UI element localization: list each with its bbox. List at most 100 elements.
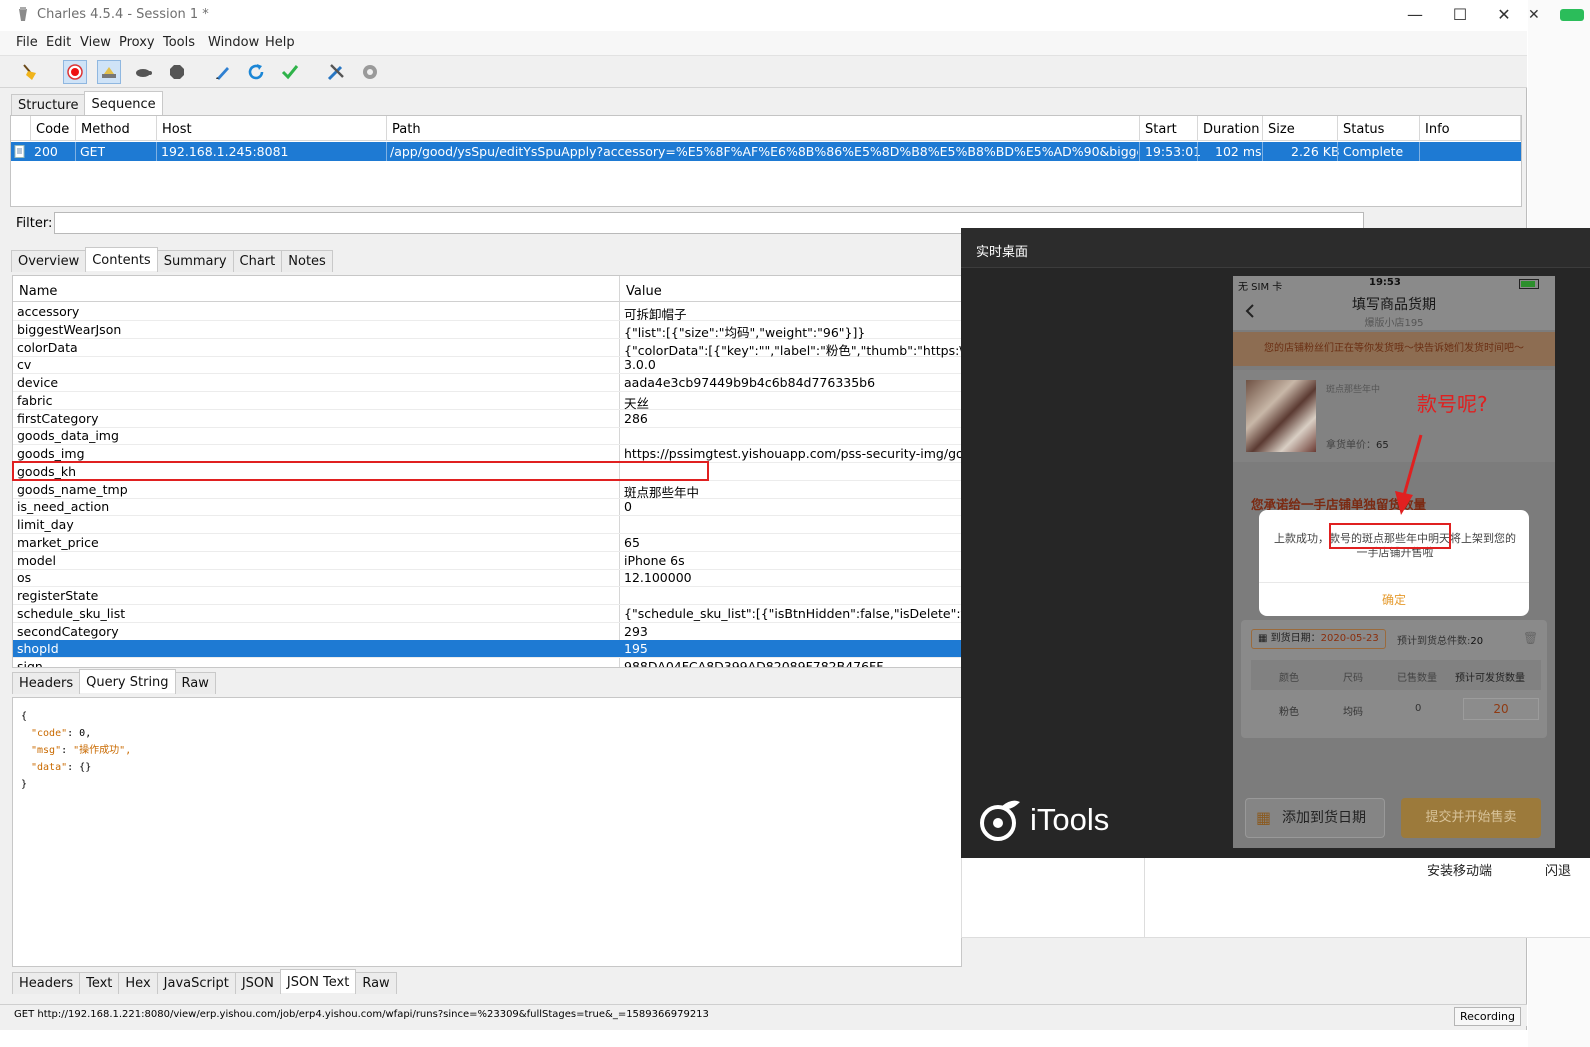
maximize-button[interactable]: ☐: [1440, 4, 1480, 28]
tab-sequence[interactable]: Sequence: [84, 91, 163, 115]
param-name: goods_data_img: [17, 428, 119, 444]
param-value: {"schedule_sku_list":[{"isBtnHidden":fal…: [624, 605, 962, 621]
check-icon[interactable]: [278, 60, 302, 84]
table-row[interactable]: market_price 65: [13, 534, 961, 552]
menu-proxy[interactable]: Proxy: [119, 35, 155, 50]
column-header-code[interactable]: Code: [31, 116, 76, 141]
menu-edit[interactable]: Edit: [46, 35, 71, 50]
table-row[interactable]: fabric 天丝: [13, 392, 961, 411]
param-value: 3.0.0: [624, 357, 656, 373]
param-name: model: [17, 552, 56, 568]
tab-summary[interactable]: Summary: [156, 250, 234, 272]
column-header-method[interactable]: Method: [76, 116, 157, 141]
tab-overview[interactable]: Overview: [11, 250, 87, 272]
tab-resp-headers[interactable]: Headers: [12, 972, 81, 994]
menu-tools[interactable]: Tools: [163, 35, 195, 50]
menu-window[interactable]: Window: [208, 35, 259, 50]
tab-resp-javascript[interactable]: JavaScript: [156, 972, 236, 994]
param-name: registerState: [17, 588, 99, 603]
submit-sell-button[interactable]: 提交并开始售卖: [1401, 798, 1541, 838]
param-name: sign: [17, 659, 43, 668]
tab-query-string[interactable]: Query String: [79, 669, 176, 693]
minimize-button[interactable]: —: [1395, 4, 1435, 28]
param-name: cv: [17, 357, 32, 373]
itools-logo-text: iTools: [1030, 802, 1110, 837]
install-mobile-link[interactable]: 安装移动端: [1427, 860, 1492, 879]
table-row[interactable]: os 12.100000: [13, 569, 961, 588]
tab-raw[interactable]: Raw: [174, 672, 216, 694]
tab-contents[interactable]: Contents: [85, 247, 158, 271]
table-row[interactable]: 200 GET 192.168.1.245:8081 /app/good/ysS…: [11, 142, 1521, 161]
record-icon[interactable]: [63, 60, 87, 84]
stop-icon[interactable]: [165, 60, 189, 84]
tab-chart[interactable]: Chart: [232, 250, 283, 272]
turtle-icon[interactable]: [131, 60, 155, 84]
table-row[interactable]: biggestWearJson {"list":[{"size":"均码","we…: [13, 321, 961, 340]
table-row[interactable]: is_need_action 0: [13, 498, 961, 517]
param-name: firstCategory: [17, 410, 99, 426]
carrier-text: 无 SIM 卡: [1238, 282, 1283, 293]
sequence-table: Code Method Host Path Start Duration Siz…: [10, 115, 1522, 207]
annotation-goods-kh-box: [12, 461, 709, 481]
estimate-total: 预计到货总件数:20: [1397, 636, 1484, 647]
table-row[interactable]: device aada4e3cb97449b9b4c6b84d776335b6: [13, 374, 961, 392]
tab-headers[interactable]: Headers: [12, 672, 81, 694]
menu-file[interactable]: File: [16, 35, 38, 50]
column-header-duration[interactable]: Duration: [1198, 116, 1263, 141]
column-header-size[interactable]: Size: [1263, 116, 1338, 141]
table-row[interactable]: limit_day: [13, 516, 961, 534]
pen-icon[interactable]: [210, 60, 234, 84]
column-header-info[interactable]: Info: [1420, 116, 1521, 141]
phone-time: 19:53: [1369, 277, 1401, 288]
add-arrival-date-button[interactable]: ▦ 添加到货日期: [1245, 798, 1385, 838]
close-icon: ✕: [1528, 7, 1540, 23]
column-header-start[interactable]: Start: [1140, 116, 1198, 141]
column-header-path[interactable]: Path: [387, 116, 1140, 141]
tab-resp-hex[interactable]: Hex: [118, 972, 158, 994]
crash-link[interactable]: 闪退: [1545, 860, 1571, 879]
refresh-icon[interactable]: [244, 60, 268, 84]
close-button[interactable]: ✕: [1484, 4, 1524, 28]
phone-nav-bar: 填写商品货期 爆版小店195: [1233, 292, 1555, 330]
column-header-status[interactable]: Status: [1338, 116, 1420, 141]
table-row[interactable]: firstCategory 286: [13, 410, 961, 428]
settings-gear-icon[interactable]: [358, 60, 382, 84]
table-row[interactable]: shopId 195: [13, 640, 961, 659]
table-row[interactable]: secondCategory 293: [13, 623, 961, 641]
broom-icon[interactable]: [18, 60, 42, 84]
row-size: 2.26 KB: [1291, 144, 1340, 159]
menu-view[interactable]: View: [80, 35, 111, 50]
quantity-input[interactable]: 20: [1463, 698, 1539, 720]
tab-resp-raw[interactable]: Raw: [355, 972, 397, 994]
table-row[interactable]: goods_data_img: [13, 427, 961, 446]
row-duration: 102 ms: [1215, 144, 1262, 159]
table-row[interactable]: schedule_sku_list {"schedule_sku_list":[{…: [13, 605, 962, 623]
table-row[interactable]: sign 988DA04FCA8D399AD82089F782B476FF: [13, 658, 961, 668]
column-header-host[interactable]: Host: [157, 116, 387, 141]
menu-help[interactable]: Help: [265, 35, 295, 50]
tab-resp-json-text[interactable]: JSON Text: [279, 969, 357, 993]
table-row[interactable]: goods_name_tmp 斑点那些年中: [13, 481, 961, 500]
column-header-value[interactable]: Value: [620, 276, 961, 302]
itools-logo-icon: [980, 800, 1020, 841]
table-row[interactable]: model iPhone 6s: [13, 552, 961, 570]
calendar-add-icon: ▦: [1256, 808, 1272, 827]
throttle-icon[interactable]: [97, 60, 121, 84]
menu-bar: File Edit View Proxy Tools Window Help: [0, 31, 1527, 55]
recording-indicator[interactable]: Recording: [1453, 1007, 1521, 1026]
itools-window: 实时桌面 iTools 无 SIM 卡 19:53 填写商品货期 爆版小店195…: [961, 228, 1590, 858]
table-row[interactable]: cv 3.0.0: [13, 356, 961, 375]
tab-resp-text[interactable]: Text: [79, 972, 120, 994]
table-row[interactable]: colorData {"colorData":[{"key":"","label"…: [13, 339, 961, 358]
table-row[interactable]: accessory 可拆卸帽子: [13, 303, 961, 322]
arrival-date-tag[interactable]: ▦ 到货日期：2020-05-23: [1251, 629, 1386, 649]
dialog-ok-button[interactable]: 确定: [1259, 582, 1529, 616]
tab-notes[interactable]: Notes: [281, 250, 333, 272]
column-header-name[interactable]: Name: [13, 276, 619, 302]
tab-resp-json[interactable]: JSON: [234, 972, 281, 994]
tab-structure[interactable]: Structure: [11, 94, 86, 116]
tools-icon[interactable]: [324, 60, 348, 84]
param-name: os: [17, 570, 32, 586]
trash-icon[interactable]: 🗑: [1523, 631, 1538, 645]
table-row[interactable]: registerState: [13, 587, 961, 605]
